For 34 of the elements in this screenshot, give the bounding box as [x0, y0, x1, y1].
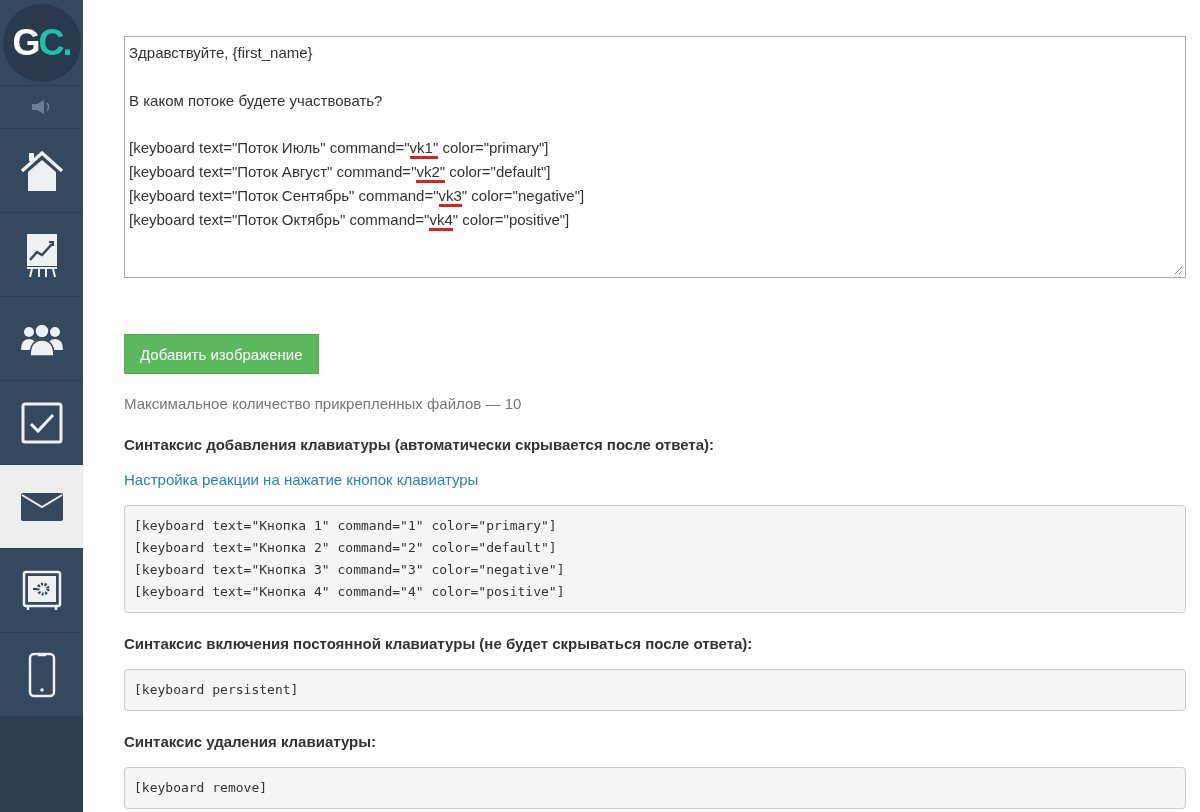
message-text: " color="negative"] — [461, 186, 585, 204]
underlined-text: vk3 — [438, 186, 462, 207]
message-text: [keyboard text="Поток Октябрь" command=" — [129, 210, 430, 228]
attachments-note: Максимальное количество прикрепленных файлов — 10 — [124, 394, 523, 414]
message-text: [keyboard text="Поток Июль" command=" — [129, 139, 410, 157]
message-text: " color="positive"] — [452, 210, 570, 228]
resize-handle-icon[interactable] — [1174, 266, 1183, 275]
checkbox-icon — [20, 401, 63, 444]
section-heading: Синтаксис включения постоянной клавиатуры (не будет скрываться после ответа): — [124, 634, 754, 654]
home-icon — [18, 149, 65, 192]
chart-board-icon — [24, 231, 59, 278]
smartphone-icon — [27, 651, 56, 698]
message-field[interactable] — [124, 36, 1186, 278]
message-text: color="primary"] — [441, 139, 549, 157]
section-heading: Синтаксис удаления клавиатуры: — [124, 732, 378, 752]
underlined-text: vk1" — [409, 139, 439, 160]
add-image-button[interactable]: Добавить изображение — [124, 334, 319, 374]
code-block: [keyboard persistent] — [124, 669, 1186, 711]
message-text: [keyboard text="Поток Сентябрь" command=" — [129, 186, 439, 204]
message-text: [keyboard text="Поток Август" command=" — [129, 163, 417, 180]
code-block: [keyboard text="Кнопка 1" command="1" color="primary"] [keyboard text="Кнопка 2" command="2" color="default"] [keyboard text="Кнопка 3" command="3" color="negative"] [keyboard text="Кнопка 4" command="4" color="positive"] — [124, 505, 1186, 613]
underlined-text: vk2" — [416, 163, 446, 183]
mail-icon — [20, 492, 63, 521]
section-heading: Синтаксис добавления клавиатуры (автоматически скрывается после ответа): — [124, 435, 716, 455]
safe-icon — [21, 569, 62, 612]
message-text: В каком потоке будете участвовать? — [129, 91, 383, 109]
settings-link[interactable]: Настройка реакции на нажатие кнопок клавиатуры — [124, 469, 479, 491]
logo[interactable]: GC. — [2, 3, 81, 82]
users-icon — [19, 321, 64, 356]
message-text: color="default"] — [448, 163, 551, 180]
sidebar-item[interactable] — [0, 465, 83, 549]
underlined-text: vk4 — [429, 210, 453, 231]
code-block: [keyboard remove] — [124, 767, 1186, 809]
message-text: Здравствуйте, {first_name} — [129, 44, 313, 61]
